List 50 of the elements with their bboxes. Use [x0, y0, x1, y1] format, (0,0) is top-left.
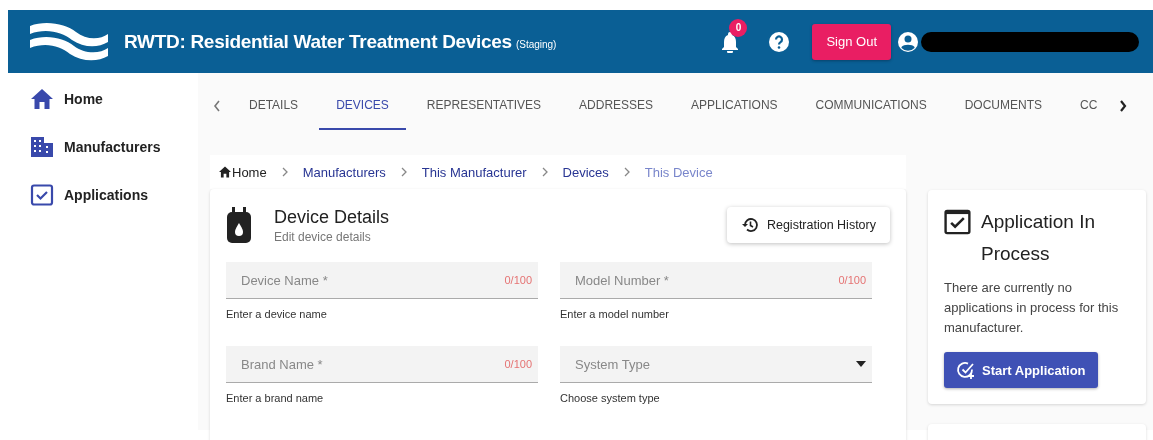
sidebar-item[interactable]: Applications	[26, 179, 198, 211]
field-hint: Enter a device name	[226, 308, 328, 320]
tab[interactable]: CC	[1063, 82, 1115, 130]
bell-icon[interactable]	[720, 30, 741, 53]
chevron-icon	[280, 167, 289, 177]
breadcrumb-current: This Device	[644, 164, 713, 180]
tab[interactable]: ADDRESSES	[562, 82, 671, 130]
sign-out-button[interactable]: Sign Out	[812, 23, 891, 60]
environment-label: (Staging)	[515, 39, 557, 50]
sidebar-item[interactable]: Home	[26, 83, 198, 115]
tab[interactable]: DEVICES	[319, 82, 406, 130]
home-icon	[30, 88, 54, 110]
breadcrumb-link[interactable]: Manufacturers	[302, 164, 386, 180]
chevron-icon	[399, 167, 408, 177]
card-title: Device Details	[274, 207, 390, 228]
card-title: Application In Process	[980, 210, 1097, 266]
card-subtitle: Edit device details	[274, 230, 372, 244]
field-hint: Enter a model number	[560, 308, 670, 320]
chevron-icon	[540, 167, 549, 177]
tab[interactable]: DETAILS	[232, 82, 316, 130]
checkbox-icon	[30, 184, 54, 206]
tab[interactable]: APPLICATIONS	[674, 82, 795, 130]
character-counter: 0/100	[504, 274, 532, 286]
device-drop-icon	[226, 207, 252, 243]
app-title: RWTD: Residential Water Treatment Devices	[124, 30, 512, 53]
sidebar-item[interactable]: Manufacturers	[26, 131, 198, 163]
caret-icon	[856, 361, 866, 367]
check-add-icon	[956, 360, 976, 380]
registration-history-button[interactable]: Registration History	[726, 207, 890, 243]
home-icon	[218, 166, 232, 178]
user-account-icon[interactable]	[897, 30, 919, 53]
tab[interactable]: REPRESENTATIVES	[409, 82, 559, 130]
building-icon	[30, 136, 54, 158]
empty-state-message: There are currently no applications in process for this manufacturer.	[944, 279, 1120, 337]
notification-badge: 0	[729, 18, 748, 37]
breadcrumb-link[interactable]: This Manufacturer	[421, 164, 527, 180]
tabs-previous-icon[interactable]	[212, 99, 222, 113]
tab[interactable]: DOCUMENTS	[947, 82, 1059, 130]
field-hint: Enter a brand name	[226, 392, 325, 404]
field-hint: Choose system type	[560, 392, 661, 404]
breadcrumb-link[interactable]: Devices	[562, 164, 609, 180]
chevron-icon	[622, 167, 631, 177]
character-counter: 0/100	[838, 274, 866, 286]
tab[interactable]: COMMUNICATIONS	[798, 82, 944, 130]
history-icon	[740, 216, 759, 234]
start-application-button[interactable]: Start Application	[944, 352, 1098, 388]
tabs-next-icon[interactable]	[1118, 99, 1129, 113]
help-icon[interactable]	[768, 30, 791, 53]
breadcrumb-link[interactable]: Home	[218, 164, 267, 180]
character-counter: 0/100	[504, 358, 532, 370]
